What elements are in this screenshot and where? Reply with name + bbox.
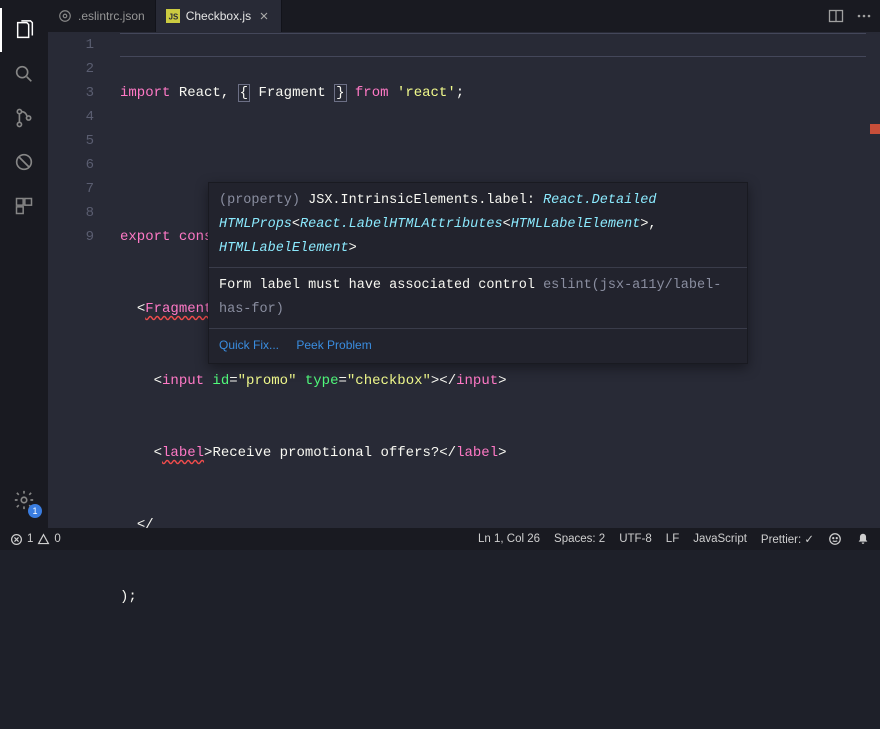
split-editor-icon[interactable] — [828, 8, 844, 24]
more-icon[interactable] — [856, 8, 872, 24]
status-language[interactable]: JavaScript — [693, 533, 747, 545]
activity-bar: 1 — [0, 0, 48, 528]
status-cursor[interactable]: Ln 1, Col 26 — [478, 533, 540, 545]
svg-text:JS: JS — [168, 13, 178, 22]
status-encoding[interactable]: UTF-8 — [619, 533, 652, 545]
explorer-icon[interactable] — [0, 8, 48, 52]
hover-message: Form label must have associated control … — [209, 267, 747, 328]
status-problems[interactable]: 1 0 — [10, 533, 61, 546]
bell-icon[interactable] — [856, 532, 870, 546]
status-eol[interactable]: LF — [666, 533, 679, 545]
tab-eslintrc[interactable]: .eslintrc.json — [48, 0, 156, 32]
close-icon[interactable] — [257, 9, 271, 23]
extensions-icon[interactable] — [0, 184, 48, 228]
js-file-icon: JS — [166, 9, 180, 23]
line-number-gutter: 1 2 3 4 5 6 7 8 9 — [48, 32, 112, 528]
settings-gear-icon[interactable] — [0, 478, 48, 522]
editor-tabs: .eslintrc.json JS Checkbox.js — [48, 0, 880, 32]
peek-problem-link[interactable]: Peek Problem — [296, 338, 371, 352]
debug-icon[interactable] — [0, 140, 48, 184]
minimap-error-marker[interactable] — [870, 124, 880, 134]
hover-signature: (property) JSX.IntrinsicElements.label: … — [209, 183, 747, 267]
hover-actions: Quick Fix... Peek Problem — [209, 328, 747, 363]
feedback-icon[interactable] — [828, 532, 842, 546]
minimap[interactable] — [866, 32, 880, 528]
source-control-icon[interactable] — [0, 96, 48, 140]
tab-label: Checkbox.js — [186, 9, 251, 23]
quick-fix-link[interactable]: Quick Fix... — [219, 338, 279, 352]
code-editor[interactable]: 1 2 3 4 5 6 7 8 9 import React, { Fragme… — [48, 32, 880, 528]
tab-checkbox[interactable]: JS Checkbox.js — [156, 0, 282, 32]
settings-file-icon — [58, 9, 72, 23]
search-icon[interactable] — [0, 52, 48, 96]
tab-actions — [828, 0, 880, 32]
tab-label: .eslintrc.json — [78, 9, 145, 23]
status-bar: 1 0 Ln 1, Col 26 Spaces: 2 UTF-8 LF Java… — [0, 528, 880, 550]
settings-badge: 1 — [28, 504, 42, 518]
hover-tooltip: (property) JSX.IntrinsicElements.label: … — [208, 182, 748, 364]
status-prettier[interactable]: Prettier: ✓ — [761, 532, 814, 546]
status-indent[interactable]: Spaces: 2 — [554, 533, 605, 545]
